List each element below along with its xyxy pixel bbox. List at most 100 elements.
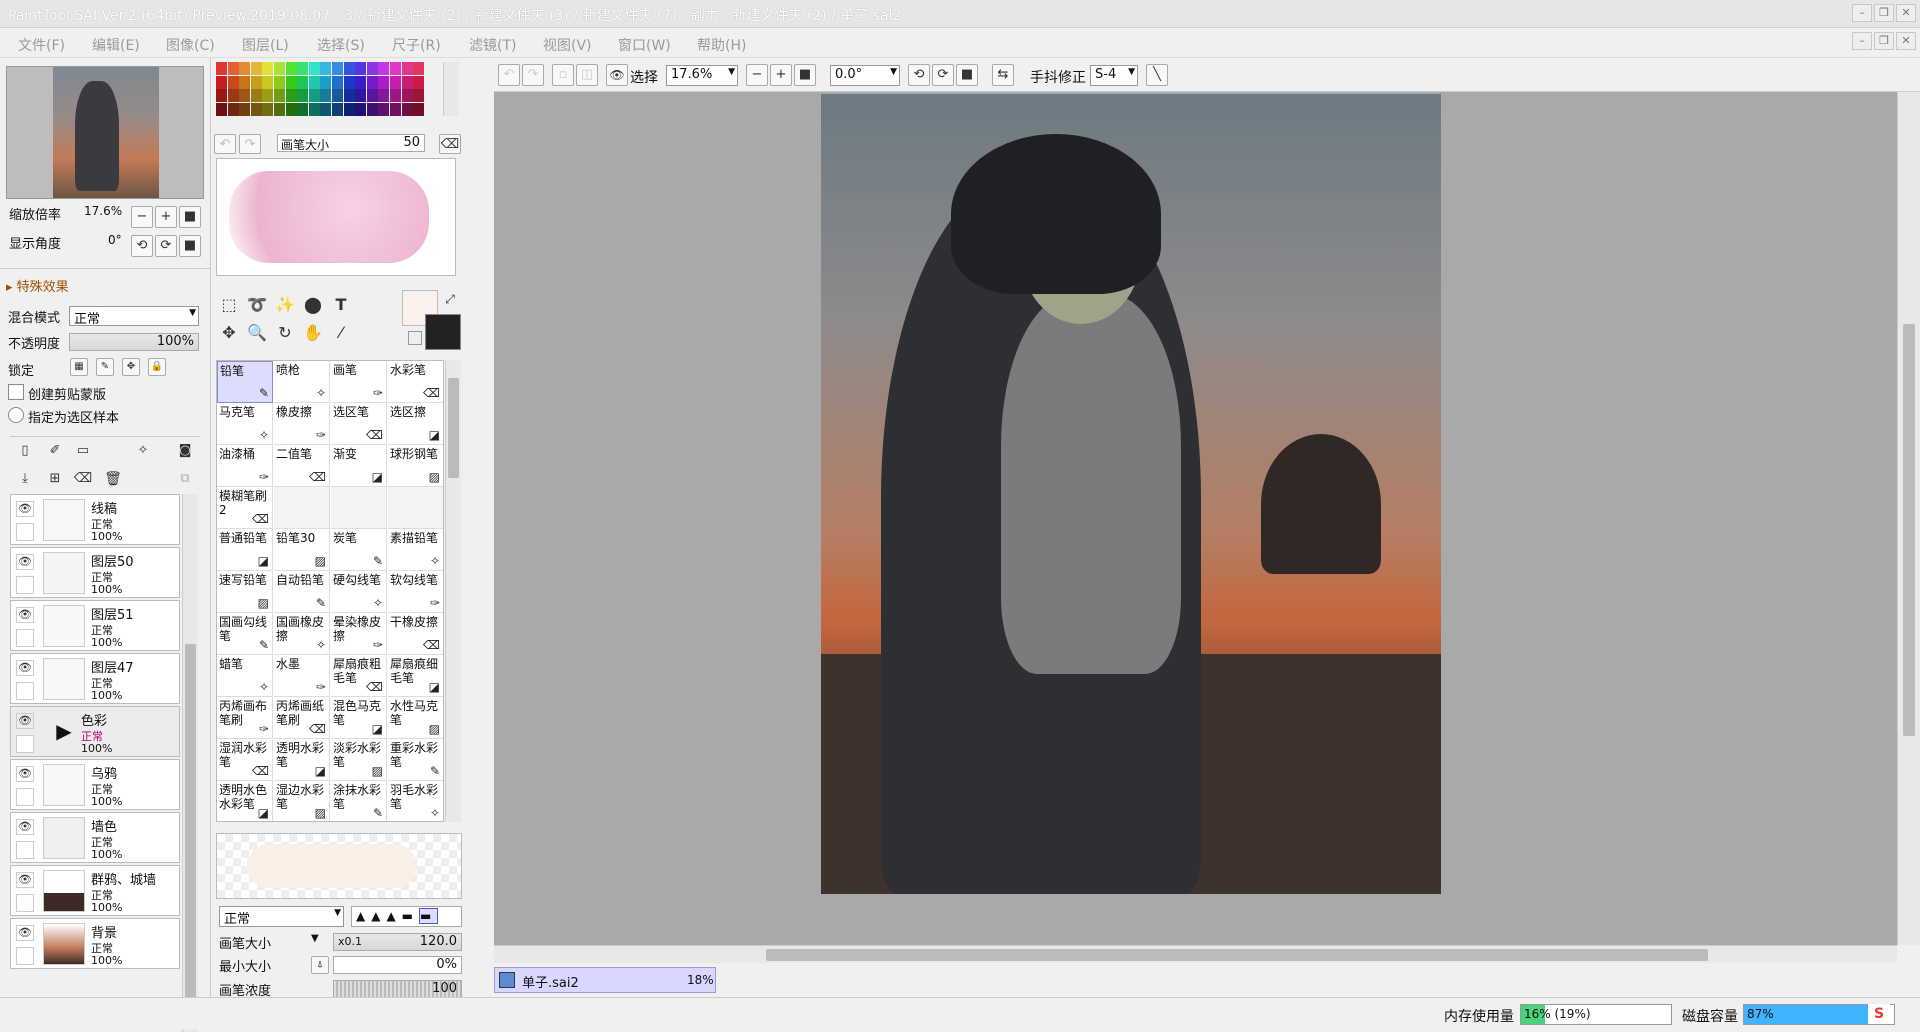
layer-select-checkbox[interactable] [16, 735, 34, 753]
brush-slot[interactable]: 速写铅笔 ▨ [217, 571, 273, 613]
zoom-out-button[interactable]: − [131, 206, 153, 228]
brush-slot[interactable]: 蜡笔 ✧ [217, 655, 273, 697]
brush-slot[interactable]: 自动铅笔 ✎ [274, 571, 330, 613]
brush-scrollbar[interactable] [445, 360, 461, 822]
brush-slot[interactable]: 国画勾线笔 ✎ [217, 613, 273, 655]
clear-layer-icon[interactable]: ⌫ [70, 466, 96, 492]
brush-slot[interactable]: 水彩笔 ⌫ [388, 361, 443, 403]
brush-slot[interactable]: 混色马克笔 ◪ [331, 697, 387, 739]
eye-icon[interactable]: 👁 [16, 554, 34, 570]
eye-icon[interactable]: 👁 [16, 766, 34, 782]
brush-slot[interactable]: 素描铅笔 ✧ [388, 529, 443, 571]
rotate-reset-button[interactable]: ■ [179, 235, 201, 257]
layer-select-checkbox[interactable] [16, 947, 34, 965]
layer-effect-icon[interactable]: ✧ [130, 438, 156, 464]
layer-select-checkbox[interactable] [16, 629, 34, 647]
brush-slot[interactable]: 马克笔 ✧ [217, 403, 273, 445]
brush-slot[interactable]: 透明水色水彩笔 ◪ [217, 781, 273, 821]
palette-swatch[interactable] [227, 89, 239, 102]
layer-select-checkbox[interactable] [16, 788, 34, 806]
palette-swatch[interactable] [227, 75, 239, 89]
palette-swatch[interactable] [413, 89, 425, 102]
toolbar-rotate-reset-button[interactable]: ■ [956, 64, 978, 86]
layer-scrollbar[interactable] [182, 494, 198, 1032]
straight-line-icon[interactable]: ╲ [1146, 64, 1168, 86]
palette-swatch[interactable] [413, 62, 425, 75]
trash-icon[interactable]: 🗑 [100, 466, 126, 492]
palette-swatch[interactable] [366, 89, 378, 102]
palette-swatch[interactable] [216, 102, 227, 116]
doc-close-icon[interactable]: ✕ [1896, 32, 1916, 50]
layer-item[interactable]: 👁 线稿 正常 100% [10, 494, 180, 545]
zoom-in-button[interactable]: + [155, 206, 177, 228]
palette-swatch[interactable] [274, 62, 285, 75]
menu-filter[interactable]: 滤镜(T) [469, 35, 516, 55]
palette-swatch[interactable] [297, 102, 309, 116]
palette-swatch[interactable] [390, 102, 401, 116]
palette-swatch[interactable] [355, 62, 367, 75]
brush-slot[interactable]: 水墨 ✑ [274, 655, 330, 697]
palette-swatch[interactable] [401, 102, 413, 116]
palette-swatch[interactable] [355, 75, 367, 89]
brush-slot[interactable]: 羽毛水彩笔 ✧ [388, 781, 443, 821]
menu-file[interactable]: 文件(F) [18, 35, 65, 55]
brush-size-slider[interactable]: x0.1 120.0 [333, 933, 462, 951]
menu-help[interactable]: 帮助(H) [697, 35, 746, 55]
toolbar-zoom-out-button[interactable]: − [746, 64, 768, 86]
palette-swatch[interactable] [332, 102, 343, 116]
palette-swatch[interactable] [239, 89, 251, 102]
brush-slot[interactable]: 重彩水彩笔 ✎ [388, 739, 443, 781]
min-size-slider[interactable]: 0% [333, 956, 462, 974]
brush-slot[interactable]: 湿边水彩笔 ▨ [274, 781, 330, 821]
toolbar-undo-icon[interactable]: ↶ [498, 64, 520, 86]
chevron-down-icon[interactable]: ▼ [311, 933, 319, 944]
brush-slot[interactable]: 选区擦 ◪ [388, 403, 443, 445]
lock-paint-icon[interactable]: ✎ [96, 358, 114, 376]
menu-edit[interactable]: 编辑(E) [92, 35, 140, 55]
layer-props-icon[interactable]: ⧉ [172, 466, 198, 492]
brush-edge-selector[interactable]: ▲▲▲▬▬ [351, 906, 462, 927]
deselect-icon[interactable]: ▫ [552, 64, 574, 86]
brush-size-top-slider[interactable]: 画笔大小 50 [277, 134, 425, 152]
hand-icon[interactable]: ✋ [300, 320, 326, 346]
lock-transparency-icon[interactable]: ▦ [70, 358, 88, 376]
layer-scroll-thumb[interactable] [185, 644, 196, 1024]
new-layer-icon[interactable]: ▯ [12, 438, 38, 464]
palette-swatch[interactable] [378, 75, 390, 89]
doc-minimize-icon[interactable]: – [1852, 32, 1872, 50]
brush-slot[interactable]: 普通铅笔 ◪ [217, 529, 273, 571]
flip-horizontal-icon[interactable]: ⇆ [992, 64, 1014, 86]
eye-icon[interactable]: 👁 [606, 64, 628, 86]
palette-swatch[interactable] [343, 102, 355, 116]
palette-swatch[interactable] [390, 75, 401, 89]
palette-swatch[interactable] [297, 62, 309, 75]
restore-icon[interactable]: ❐ [1874, 4, 1894, 22]
layer-select-checkbox[interactable] [16, 576, 34, 594]
palette-swatch[interactable] [262, 89, 274, 102]
palette-swatch[interactable] [332, 62, 343, 75]
palette-swatch[interactable] [250, 62, 262, 75]
brush-slot[interactable]: 喷枪 ✧ [274, 361, 330, 403]
brush-slot[interactable]: 涂抹水彩笔 ✎ [331, 781, 387, 821]
color-palette[interactable] [216, 62, 426, 116]
doc-tab[interactable]: 单子.sai2 18% [494, 967, 716, 993]
palette-swatch[interactable] [401, 75, 413, 89]
brush-slot[interactable] [274, 487, 330, 529]
palette-swatch[interactable] [343, 89, 355, 102]
opacity-slider[interactable]: 100% [69, 333, 199, 351]
palette-swatch[interactable] [262, 75, 274, 89]
folder-expand-icon[interactable]: ▶ [43, 711, 85, 753]
minimize-icon[interactable]: – [1852, 4, 1872, 22]
palette-swatch[interactable] [332, 75, 343, 89]
brush-slot[interactable]: 橡皮擦 ✑ [274, 403, 330, 445]
background-color[interactable] [425, 314, 461, 350]
layer-item[interactable]: 👁 图层50 正常 100% [10, 547, 180, 598]
palette-swatch[interactable] [320, 89, 332, 102]
palette-swatch[interactable] [366, 75, 378, 89]
brush-slot[interactable]: 硬勾线笔 ✧ [331, 571, 387, 613]
eyedropper-icon[interactable]: ⁄ [328, 320, 354, 346]
invert-selection-icon[interactable]: ◫ [576, 64, 598, 86]
palette-swatch[interactable] [332, 89, 343, 102]
zoom-select[interactable]: 17.6% ▼ [666, 65, 738, 86]
layer-item[interactable]: 👁 图层51 正常 100% [10, 600, 180, 651]
